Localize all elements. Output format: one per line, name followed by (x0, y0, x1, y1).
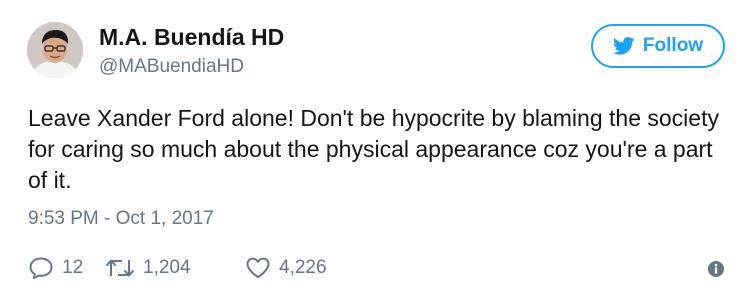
user-handle[interactable]: @MABuendiaHD (99, 56, 244, 78)
retweet-button[interactable]: 1,204 (105, 256, 245, 280)
info-icon[interactable] (707, 260, 725, 278)
retweet-icon (106, 259, 134, 277)
twitter-bird-icon (612, 37, 635, 55)
tweet-card: M.A. Buendía HD @MABuendiaHD Follow Leav… (0, 0, 750, 297)
reply-count: 12 (62, 257, 84, 278)
avatar[interactable] (27, 22, 83, 78)
heart-icon (246, 257, 270, 278)
tweet-timestamp[interactable]: 9:53 PM - Oct 1, 2017 (28, 208, 214, 230)
follow-button[interactable]: Follow (591, 24, 725, 68)
tweet-text: Leave Xander Ford alone! Don't be hypocr… (28, 105, 719, 193)
reply-button[interactable]: 12 (28, 256, 105, 280)
like-count: 4,226 (279, 257, 327, 278)
tweet-actions: 12 1,204 4,226 (28, 252, 365, 284)
like-button[interactable]: 4,226 (245, 256, 365, 280)
display-name[interactable]: M.A. Buendía HD (99, 24, 284, 51)
retweet-count: 1,204 (143, 257, 191, 278)
reply-icon (29, 257, 53, 279)
follow-button-label: Follow (642, 35, 704, 56)
